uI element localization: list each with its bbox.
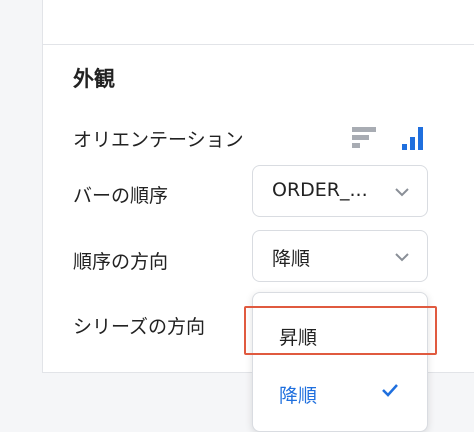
highlight-box xyxy=(244,306,437,355)
chevron-down-icon xyxy=(394,249,410,265)
bar-order-label: バーの順序 xyxy=(73,185,169,207)
dropdown-option-descending[interactable]: 降順 xyxy=(253,365,429,417)
check-icon xyxy=(380,380,400,400)
order-direction-value: 降順 xyxy=(272,248,311,270)
vertical-bars-icon[interactable] xyxy=(400,124,428,152)
order-direction-label: 順序の方向 xyxy=(73,251,169,273)
chevron-down-icon xyxy=(394,184,410,200)
horizontal-bars-icon[interactable] xyxy=(350,124,378,152)
option-label: 降順 xyxy=(279,385,318,407)
bar-order-value: ORDER_... xyxy=(272,179,368,201)
orientation-label: オリエンテーション xyxy=(73,129,244,151)
section-divider xyxy=(42,44,474,45)
series-direction-label: シリーズの方向 xyxy=(73,316,206,338)
bar-order-select[interactable]: ORDER_... xyxy=(252,165,428,217)
order-direction-select[interactable]: 降順 xyxy=(252,230,428,282)
section-title: 外観 xyxy=(73,67,115,91)
